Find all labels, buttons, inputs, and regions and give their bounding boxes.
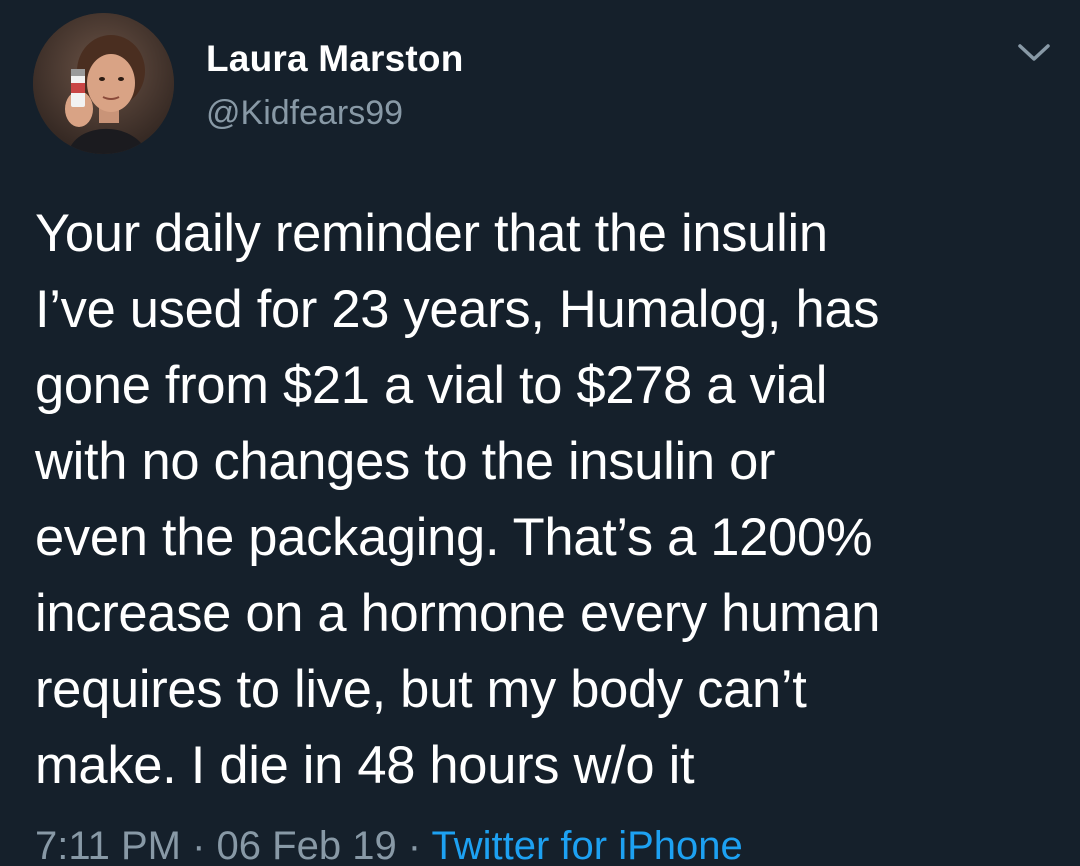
author-name[interactable]: Laura Marston xyxy=(206,38,464,80)
avatar-photo xyxy=(33,13,174,154)
tweet-text-line: gone from $21 a vial to $278 a vial xyxy=(35,356,828,415)
tweet-text-line: increase on a hormone every human xyxy=(35,584,881,643)
tweet-text-line: with no changes to the insulin or xyxy=(35,432,776,491)
meta-separator: · xyxy=(396,824,432,866)
avatar[interactable] xyxy=(33,13,174,154)
tweet-date: 06 Feb 19 xyxy=(216,824,397,866)
tweet-text-line: requires to live, but my body can’t xyxy=(35,660,807,719)
tweet-text-line: make. I die in 48 hours w/o it xyxy=(35,736,695,795)
tweet-text: Your daily reminder that the insulin I’v… xyxy=(35,196,1045,804)
tweet-text-line: I’ve used for 23 years, Humalog, has xyxy=(35,280,880,339)
chevron-down-icon[interactable] xyxy=(1014,38,1054,66)
tweet-card: Laura Marston @Kidfears99 Your daily rem… xyxy=(0,0,1080,866)
tweet-text-line: Your daily reminder that the insulin xyxy=(35,204,828,263)
tweet-metadata: 7:11 PM · 06 Feb 19 · Twitter for iPhone xyxy=(35,816,743,866)
meta-separator: · xyxy=(181,824,217,866)
tweet-text-line: even the packaging. That’s a 1200% xyxy=(35,508,873,567)
tweet-time: 7:11 PM xyxy=(35,824,181,866)
author-handle[interactable]: @Kidfears99 xyxy=(206,94,403,133)
tweet-source-link[interactable]: Twitter for iPhone xyxy=(432,824,743,866)
